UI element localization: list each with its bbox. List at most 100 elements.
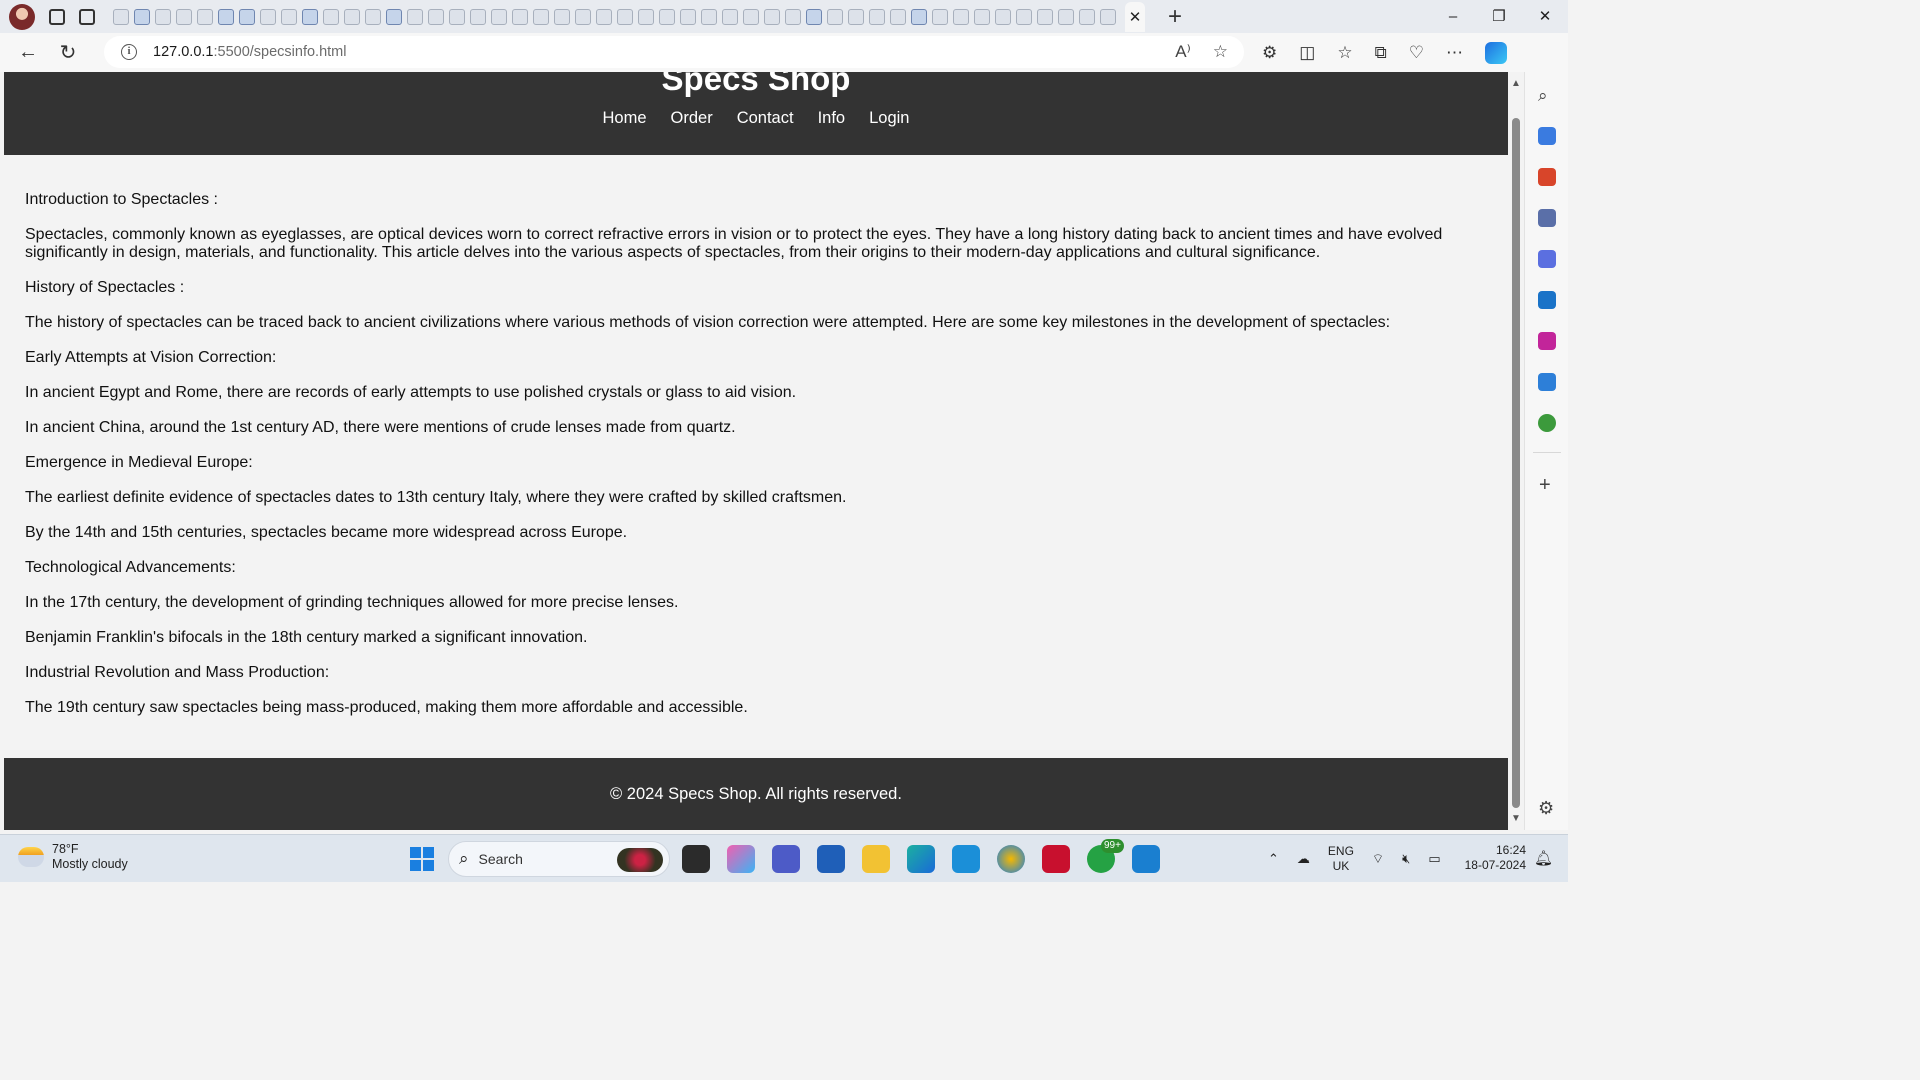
games-icon[interactable] [1538, 209, 1556, 227]
back-arrow-icon[interactable]: ← [16, 41, 40, 64]
tab-actions-icon[interactable] [79, 8, 95, 25]
browser-tab[interactable] [1016, 8, 1032, 25]
browser-tab[interactable] [638, 8, 654, 25]
scroll-up-arrow-icon[interactable]: ▲ [1511, 78, 1521, 89]
drop-icon[interactable] [1538, 373, 1556, 391]
browser-tab[interactable] [953, 8, 969, 25]
sidebar-settings-icon[interactable]: ⚙ [1538, 798, 1554, 819]
browser-tab[interactable] [890, 8, 906, 25]
designer-icon[interactable] [1538, 332, 1556, 350]
browser-tab[interactable] [113, 8, 129, 25]
wifi-icon[interactable]: ⌔ [1372, 851, 1384, 867]
browser-tab[interactable] [197, 8, 213, 25]
language-indicator[interactable]: ENG UK [1328, 844, 1354, 874]
microsoft-365-icon[interactable] [1538, 250, 1556, 268]
browser-tab[interactable] [701, 8, 717, 25]
refresh-icon[interactable]: ↻ [56, 40, 80, 65]
page-scrollbar[interactable]: ▲ ▼ [1508, 72, 1524, 830]
file-explorer-icon[interactable] [862, 845, 890, 873]
browser-tab[interactable] [386, 8, 402, 25]
tools-icon[interactable] [1538, 168, 1556, 186]
address-bar[interactable]: i 127.0.0.1:5500/specsinfo.html A⁾ ☆ [104, 36, 1244, 68]
browser-tab[interactable] [176, 8, 192, 25]
mcafee-icon[interactable] [1042, 845, 1070, 873]
copilot-app-icon[interactable] [727, 845, 755, 873]
browser-tab[interactable] [806, 8, 822, 25]
active-tab[interactable]: ✕ [1125, 1, 1145, 32]
browser-tab[interactable] [470, 8, 486, 25]
nav-order-link[interactable]: Order [671, 109, 713, 128]
browser-tab[interactable] [575, 8, 591, 25]
task-view-icon[interactable] [682, 845, 710, 873]
browser-tab[interactable] [764, 8, 780, 25]
browser-tab[interactable] [1058, 8, 1074, 25]
browser-essentials-icon[interactable]: ♡ [1409, 43, 1424, 63]
browser-tab[interactable] [617, 8, 633, 25]
new-tab-button[interactable]: + [1168, 4, 1182, 29]
collections-icon[interactable]: ⧉ [1375, 43, 1387, 63]
whatsapp-icon[interactable]: 99+ [1087, 839, 1124, 873]
browser-tab[interactable] [869, 8, 885, 25]
browser-tab[interactable] [155, 8, 171, 25]
scroll-down-arrow-icon[interactable]: ▼ [1511, 813, 1521, 824]
close-window-button[interactable]: ✕ [1522, 0, 1568, 33]
browser-tab[interactable] [827, 8, 843, 25]
browser-tab[interactable] [344, 8, 360, 25]
scroll-thumb[interactable] [1512, 118, 1520, 808]
browser-tab[interactable] [554, 8, 570, 25]
browser-tab[interactable] [785, 8, 801, 25]
browser-tab[interactable] [974, 8, 990, 25]
profile-avatar[interactable] [9, 3, 35, 30]
browser-tab[interactable] [260, 8, 276, 25]
browser-tab[interactable] [365, 8, 381, 25]
close-tab-icon[interactable]: ✕ [1129, 8, 1142, 26]
browser-tab[interactable] [533, 8, 549, 25]
windows-start-icon[interactable] [410, 847, 434, 871]
browser-tab[interactable] [995, 8, 1011, 25]
nav-contact-link[interactable]: Contact [737, 109, 794, 128]
restore-button[interactable]: ❐ [1476, 0, 1522, 33]
vscode-icon[interactable] [1132, 845, 1160, 873]
split-screen-icon[interactable]: ◫ [1299, 43, 1315, 63]
help-icon[interactable] [997, 845, 1025, 873]
browser-tab[interactable] [1037, 8, 1053, 25]
nav-home-link[interactable]: Home [603, 109, 647, 128]
copilot-icon[interactable] [1484, 41, 1507, 64]
browser-tab[interactable] [680, 8, 696, 25]
site-info-icon[interactable]: i [121, 44, 137, 60]
browser-tab[interactable] [911, 8, 927, 25]
url-text[interactable]: 127.0.0.1:5500/specsinfo.html [153, 44, 346, 60]
chevron-up-icon[interactable]: ⌃ [1268, 851, 1279, 867]
search-icon[interactable]: ⌕ [1538, 86, 1556, 105]
battery-icon[interactable]: ▭ [1428, 851, 1440, 867]
extensions-icon[interactable]: ⚙ [1262, 43, 1277, 63]
browser-tab[interactable] [512, 8, 528, 25]
taskbar-search[interactable]: ⌕ Search [448, 841, 670, 877]
browser-tab[interactable] [1100, 8, 1116, 25]
myhp-icon[interactable] [952, 845, 980, 873]
browser-tab[interactable] [134, 8, 150, 25]
browser-tab[interactable] [428, 8, 444, 25]
browser-tab[interactable] [449, 8, 465, 25]
muted-speaker-icon[interactable]: 🔇︎ [1402, 851, 1410, 867]
teams-icon[interactable] [772, 845, 800, 873]
browser-tab[interactable] [659, 8, 675, 25]
browser-tab[interactable] [596, 8, 612, 25]
onedrive-cloud-icon[interactable]: ☁ [1297, 851, 1310, 867]
shopping-tag-icon[interactable] [1538, 127, 1556, 145]
workspaces-icon[interactable] [49, 8, 65, 25]
clock[interactable]: 16:24 18-07-2024 [1458, 843, 1526, 873]
add-sidebar-app-icon[interactable]: + [1539, 474, 1551, 497]
tree-icon[interactable] [1538, 414, 1556, 432]
browser-tab[interactable] [281, 8, 297, 25]
favorite-star-icon[interactable]: ☆ [1213, 42, 1228, 62]
browser-tab[interactable] [323, 8, 339, 25]
browser-tab[interactable] [218, 8, 234, 25]
read-aloud-icon[interactable]: A⁾ [1175, 42, 1191, 62]
browser-tab[interactable] [302, 8, 318, 25]
microsoft-store-icon[interactable] [817, 845, 845, 873]
minimize-button[interactable]: – [1430, 0, 1476, 33]
edge-icon[interactable] [907, 845, 935, 873]
browser-tab[interactable] [722, 8, 738, 25]
nav-info-link[interactable]: Info [818, 109, 846, 128]
